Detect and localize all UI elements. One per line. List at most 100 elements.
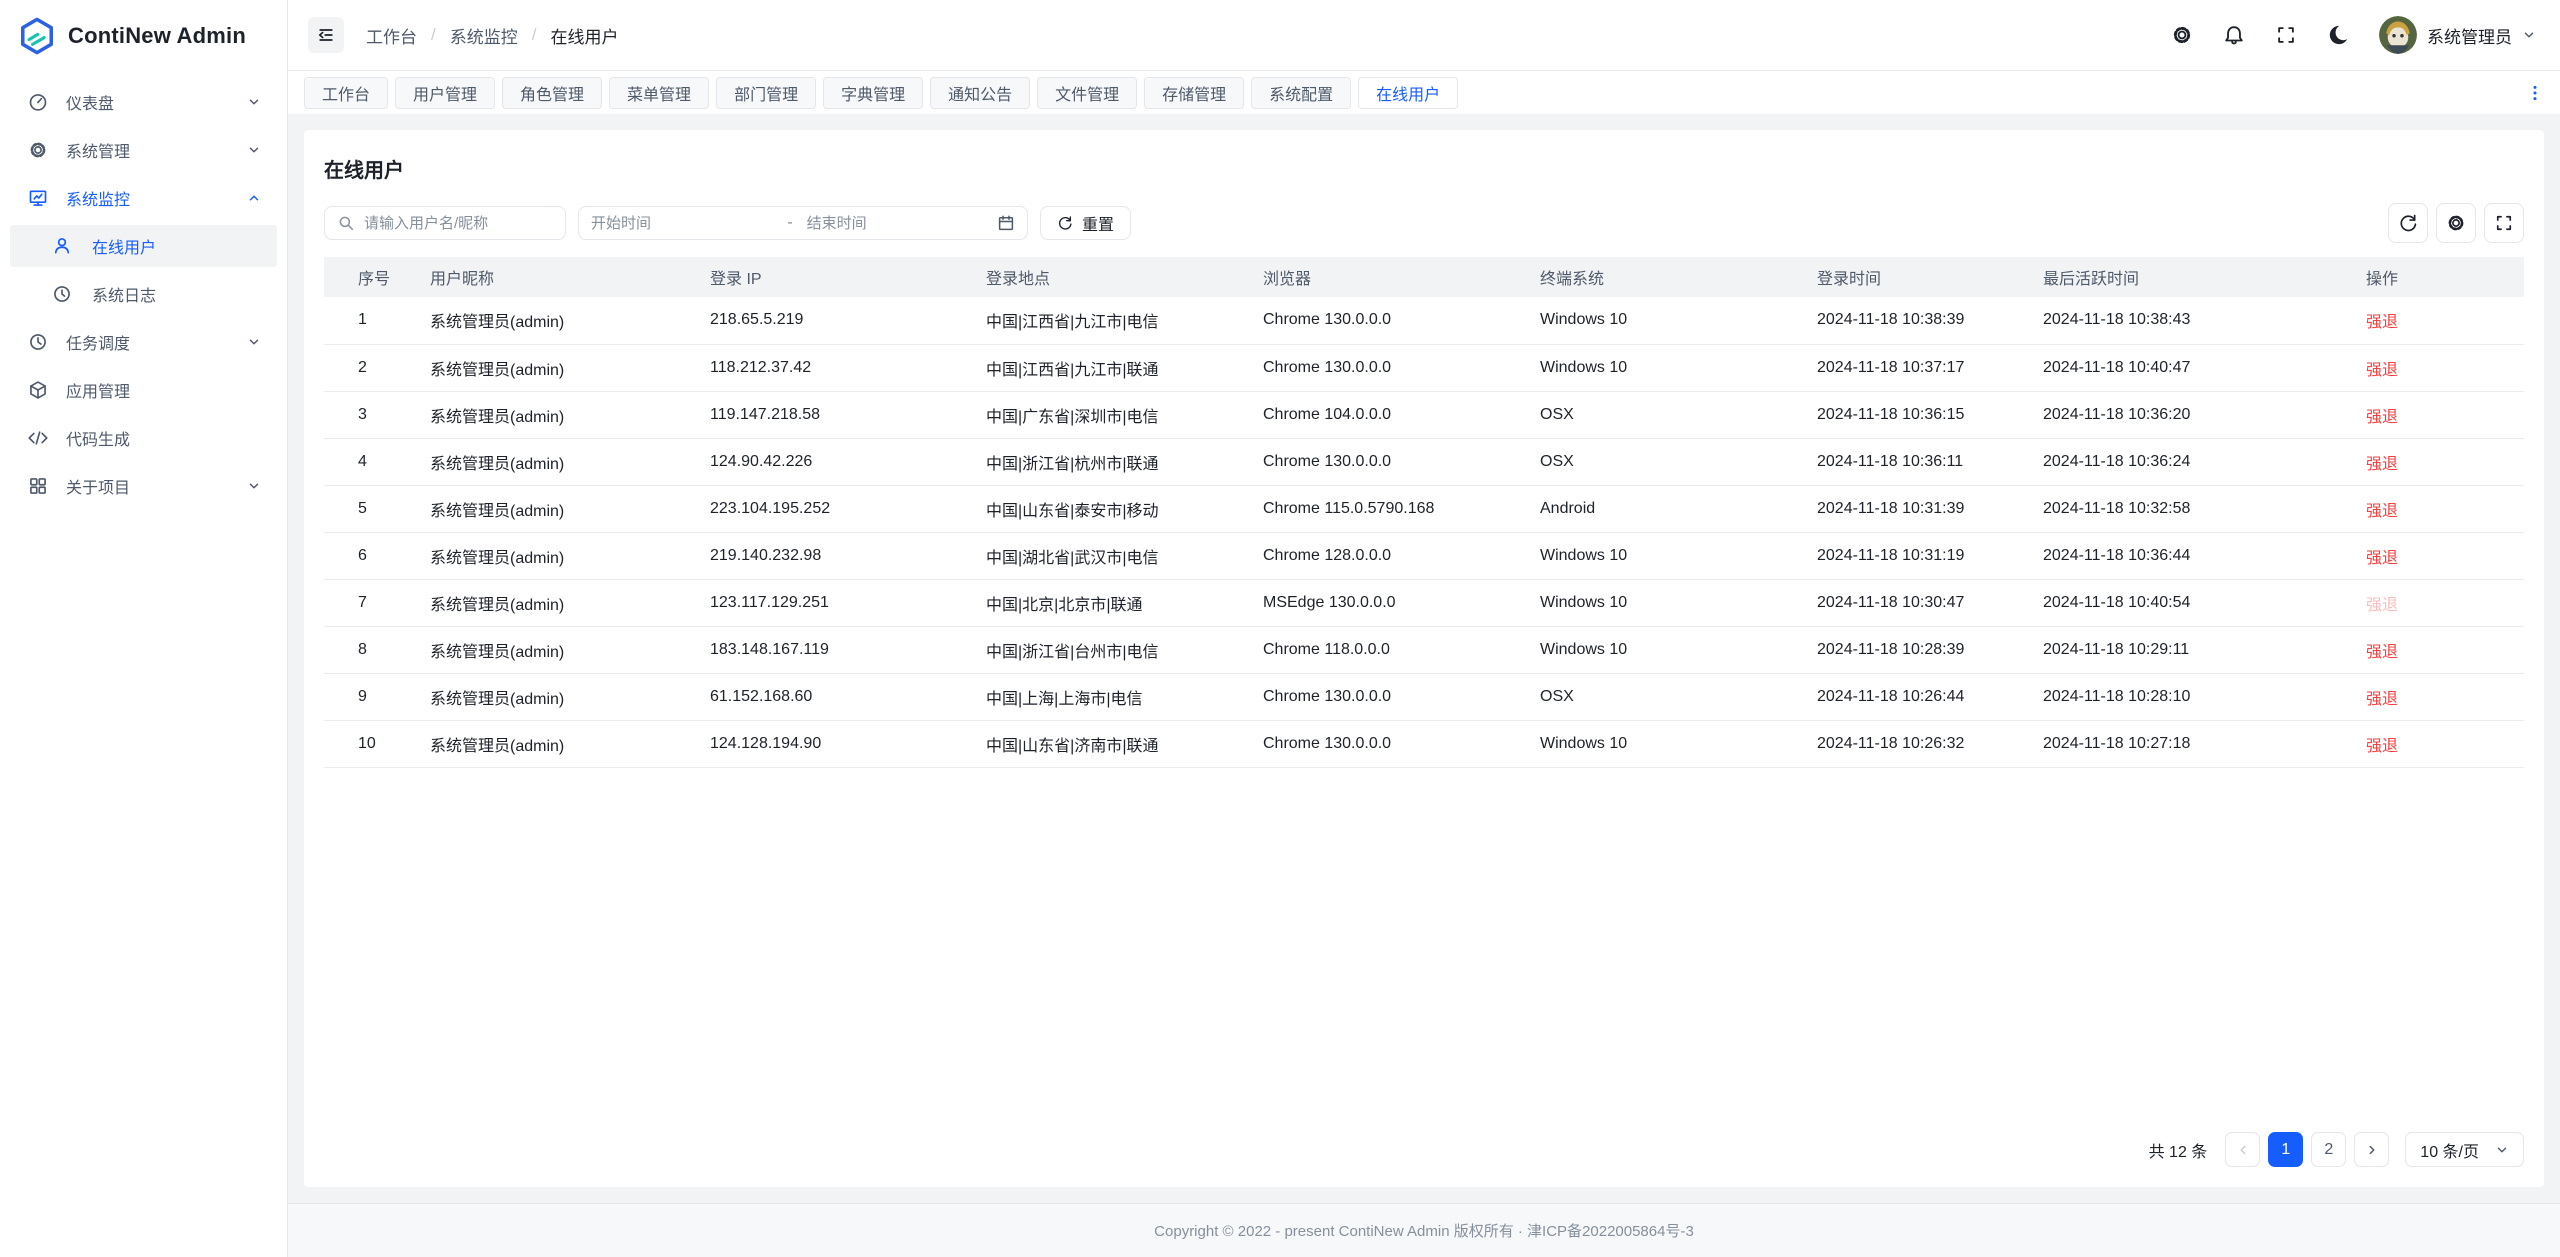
breadcrumb-item[interactable]: 在线用户 bbox=[550, 23, 618, 48]
column-header: 登录时间 bbox=[1801, 257, 2027, 297]
force-logout-link[interactable]: 强退 bbox=[2366, 597, 2398, 614]
user-icon bbox=[52, 236, 72, 256]
cell-os: OSX bbox=[1524, 438, 1801, 485]
cell-index: 8 bbox=[324, 626, 414, 673]
cell-ip: 123.117.129.251 bbox=[694, 579, 970, 626]
sidebar-item-label: 系统管理 bbox=[66, 138, 247, 162]
force-logout-link[interactable]: 强退 bbox=[2366, 409, 2398, 426]
chevron-left-icon bbox=[2236, 1143, 2250, 1157]
sidebar-item-label: 仪表盘 bbox=[66, 90, 247, 114]
force-logout-link[interactable]: 强退 bbox=[2366, 550, 2398, 567]
tab-7[interactable]: 文件管理 bbox=[1037, 77, 1137, 109]
cell-ip: 61.152.168.60 bbox=[694, 673, 970, 720]
main-column: 工作台/系统监控/在线用户 系统管理员 bbox=[288, 0, 2560, 1257]
sidebar-item-online-users[interactable]: 在线用户 bbox=[10, 225, 277, 267]
cell-browser: Chrome 104.0.0.0 bbox=[1247, 391, 1524, 438]
tab-3[interactable]: 菜单管理 bbox=[609, 77, 709, 109]
sidebar-item-about-project[interactable]: 关于项目 bbox=[10, 465, 277, 507]
avatar bbox=[2379, 16, 2417, 54]
logo: ContiNew Admin bbox=[0, 0, 287, 72]
table-toolbar bbox=[2388, 203, 2524, 243]
cell-action: 强退 bbox=[2350, 626, 2524, 673]
sidebar-item-system-management[interactable]: 系统管理 bbox=[10, 129, 277, 171]
pagination-page-2[interactable]: 2 bbox=[2311, 1132, 2346, 1167]
sidebar-item-system-monitor[interactable]: 系统监控 bbox=[10, 177, 277, 219]
tab-1[interactable]: 用户管理 bbox=[395, 77, 495, 109]
reset-button[interactable]: 重置 bbox=[1040, 206, 1131, 240]
cell-ip: 124.128.194.90 bbox=[694, 720, 970, 767]
pagination-next-button[interactable] bbox=[2354, 1132, 2389, 1167]
cell-browser: MSEdge 130.0.0.0 bbox=[1247, 579, 1524, 626]
force-logout-link[interactable]: 强退 bbox=[2366, 503, 2398, 520]
schedule-icon bbox=[28, 332, 48, 352]
force-logout-link[interactable]: 强退 bbox=[2366, 644, 2398, 661]
cell-login_time: 2024-11-18 10:31:39 bbox=[1801, 485, 2027, 532]
fullscreen-button[interactable] bbox=[2275, 24, 2297, 46]
sidebar-item-app-management[interactable]: 应用管理 bbox=[10, 369, 277, 411]
pagination-prev-button[interactable] bbox=[2225, 1132, 2260, 1167]
tab-5[interactable]: 字典管理 bbox=[823, 77, 923, 109]
breadcrumb-item[interactable]: 工作台 bbox=[366, 23, 417, 48]
cell-last_active: 2024-11-18 10:28:10 bbox=[2027, 673, 2350, 720]
column-header: 序号 bbox=[324, 257, 414, 297]
search-input[interactable] bbox=[364, 215, 553, 232]
cell-login_time: 2024-11-18 10:31:19 bbox=[1801, 532, 2027, 579]
cell-os: Windows 10 bbox=[1524, 532, 1801, 579]
refresh-table-button[interactable] bbox=[2388, 203, 2428, 243]
cell-index: 5 bbox=[324, 485, 414, 532]
history-icon bbox=[52, 284, 72, 304]
sidebar-item-dashboard[interactable]: 仪表盘 bbox=[10, 81, 277, 123]
sidebar-item-code-generation[interactable]: 代码生成 bbox=[10, 417, 277, 459]
force-logout-link[interactable]: 强退 bbox=[2366, 691, 2398, 708]
cell-ip: 218.65.5.219 bbox=[694, 297, 970, 344]
app-title: ContiNew Admin bbox=[68, 23, 246, 49]
pagination-page-1[interactable]: 1 bbox=[2268, 1132, 2303, 1167]
breadcrumb-item[interactable]: 系统监控 bbox=[450, 23, 518, 48]
force-logout-link[interactable]: 强退 bbox=[2366, 362, 2398, 379]
breadcrumb-separator: / bbox=[431, 25, 436, 45]
sidebar-item-system-logs[interactable]: 系统日志 bbox=[10, 273, 277, 315]
end-date-input[interactable] bbox=[807, 215, 989, 232]
user-menu[interactable]: 系统管理员 bbox=[2379, 16, 2536, 54]
menu-collapse-button[interactable] bbox=[308, 17, 344, 53]
tab-2[interactable]: 角色管理 bbox=[502, 77, 602, 109]
copyright-text: Copyright © 2022 - present ContiNew Admi… bbox=[1154, 1220, 1694, 1241]
column-header: 登录地点 bbox=[970, 257, 1247, 297]
fullscreen-icon bbox=[2494, 213, 2514, 233]
tab-actions-button[interactable] bbox=[2526, 84, 2544, 102]
cell-os: Windows 10 bbox=[1524, 344, 1801, 391]
settings-button[interactable] bbox=[2171, 24, 2193, 46]
page-size-select[interactable]: 10 条/页 bbox=[2405, 1132, 2524, 1167]
table-row: 8系统管理员(admin)183.148.167.119中国|浙江省|台州市|电… bbox=[324, 626, 2524, 673]
cell-os: Windows 10 bbox=[1524, 297, 1801, 344]
sidebar-item-task-scheduler[interactable]: 任务调度 bbox=[10, 321, 277, 363]
tab-10[interactable]: 在线用户 bbox=[1358, 77, 1458, 109]
cell-os: Windows 10 bbox=[1524, 579, 1801, 626]
table-row: 6系统管理员(admin)219.140.232.98中国|湖北省|武汉市|电信… bbox=[324, 532, 2524, 579]
tab-0[interactable]: 工作台 bbox=[304, 77, 388, 109]
table-fullscreen-button[interactable] bbox=[2484, 203, 2524, 243]
dark-mode-toggle[interactable] bbox=[2327, 24, 2349, 46]
column-settings-button[interactable] bbox=[2436, 203, 2476, 243]
force-logout-link[interactable]: 强退 bbox=[2366, 738, 2398, 755]
force-logout-link[interactable]: 强退 bbox=[2366, 314, 2398, 331]
tab-4[interactable]: 部门管理 bbox=[716, 77, 816, 109]
tab-8[interactable]: 存储管理 bbox=[1144, 77, 1244, 109]
force-logout-link[interactable]: 强退 bbox=[2366, 456, 2398, 473]
app-root: ContiNew Admin 仪表盘 系统管理 系统监控 在线用户 系统日志 任… bbox=[0, 0, 2560, 1257]
cell-browser: Chrome 130.0.0.0 bbox=[1247, 344, 1524, 391]
cell-index: 3 bbox=[324, 391, 414, 438]
start-date-input[interactable] bbox=[591, 215, 773, 232]
cell-index: 4 bbox=[324, 438, 414, 485]
cell-browser: Chrome 128.0.0.0 bbox=[1247, 532, 1524, 579]
column-header: 登录 IP bbox=[694, 257, 970, 297]
breadcrumb: 工作台/系统监控/在线用户 bbox=[366, 23, 618, 48]
cell-nickname: 系统管理员(admin) bbox=[414, 626, 694, 673]
tab-6[interactable]: 通知公告 bbox=[930, 77, 1030, 109]
refresh-icon bbox=[1057, 215, 1073, 231]
notifications-button[interactable] bbox=[2223, 24, 2245, 46]
column-header: 终端系统 bbox=[1524, 257, 1801, 297]
tab-9[interactable]: 系统配置 bbox=[1251, 77, 1351, 109]
cell-os: Android bbox=[1524, 485, 1801, 532]
cell-nickname: 系统管理员(admin) bbox=[414, 532, 694, 579]
